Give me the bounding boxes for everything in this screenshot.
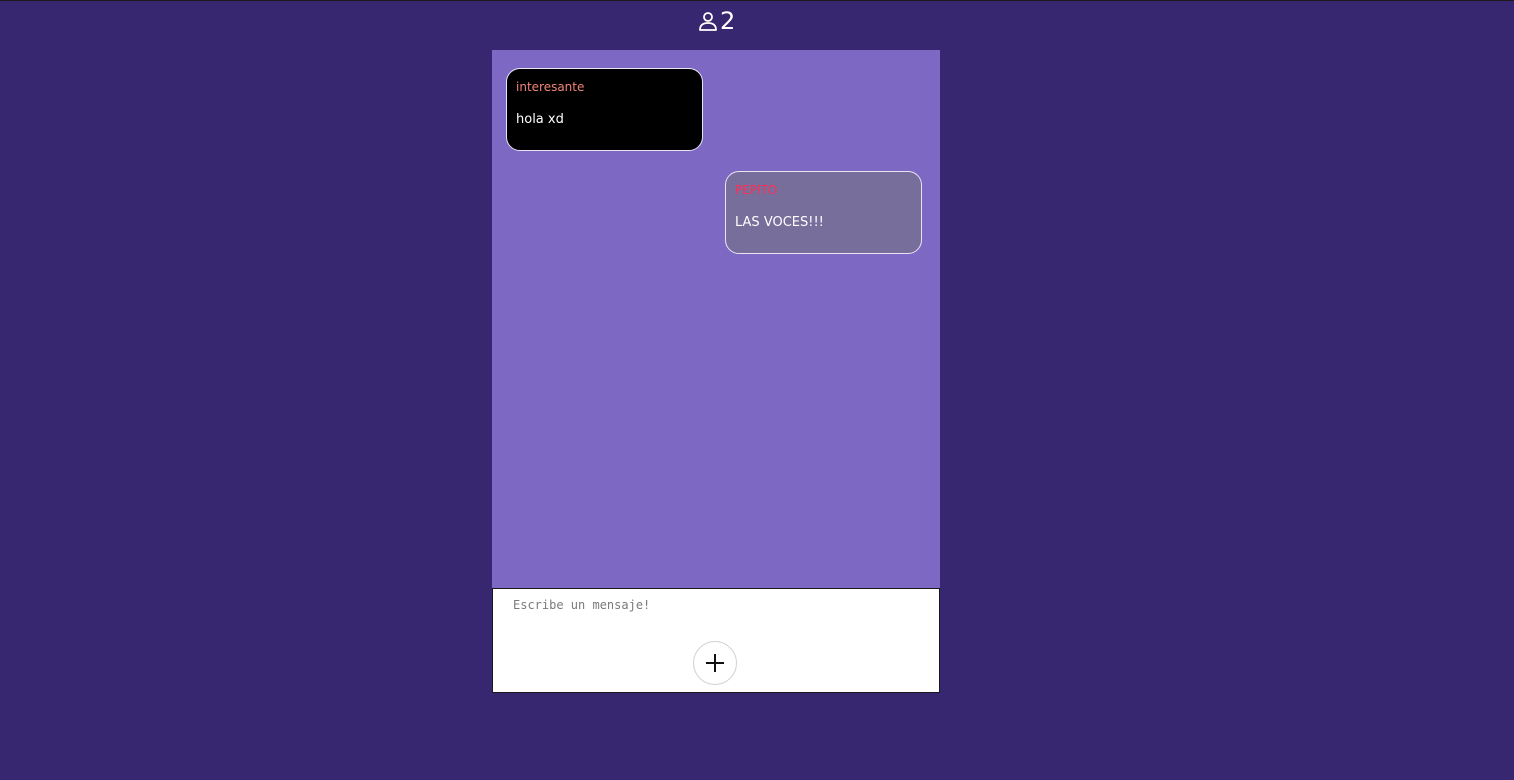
message-composer <box>492 588 940 693</box>
chat-messages-panel[interactable]: interesante hola xd PEPITO LAS VOCES!!! <box>492 50 940 588</box>
message-text: LAS VOCES!!! <box>735 215 824 230</box>
online-count: 2 <box>720 7 736 35</box>
user-icon <box>697 10 719 32</box>
message-author: PEPITO <box>735 183 778 197</box>
message-text: hola xd <box>516 112 564 127</box>
online-users-indicator: 2 <box>697 6 735 36</box>
plus-icon <box>704 652 726 674</box>
message-bubble: PEPITO LAS VOCES!!! <box>725 171 922 254</box>
message-input[interactable] <box>513 598 913 628</box>
message-author: interesante <box>516 80 585 94</box>
message-bubble: interesante hola xd <box>506 68 703 151</box>
top-divider <box>0 0 1514 1</box>
send-button[interactable] <box>693 641 737 685</box>
